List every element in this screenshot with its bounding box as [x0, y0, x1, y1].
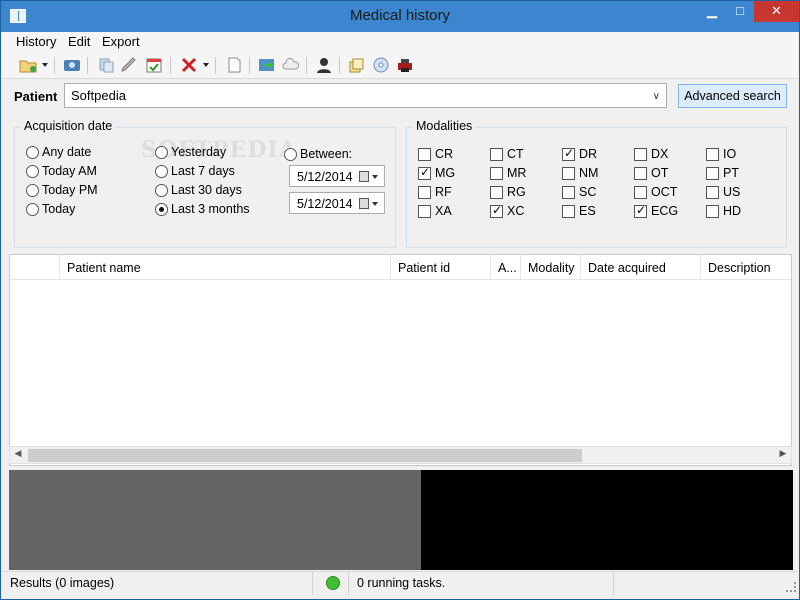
status-indicator-icon — [326, 576, 340, 590]
date-from-picker[interactable]: 5/12/2014 — [289, 165, 385, 187]
scan-icon[interactable] — [63, 57, 81, 73]
title-bar[interactable]: Medical history ▁ □ ✕ — [1, 1, 799, 32]
stack-icon[interactable] — [348, 57, 366, 73]
radio-button-selected[interactable] — [155, 203, 168, 216]
minimize-button[interactable]: ▁ — [699, 1, 725, 22]
resize-grip[interactable] — [786, 582, 796, 592]
results-table[interactable]: Patient name Patient id A... Modality Da… — [9, 254, 792, 466]
radio-button[interactable] — [26, 146, 39, 159]
scroll-left-icon[interactable]: ◀ — [10, 448, 26, 459]
radio-button[interactable] — [284, 148, 297, 161]
chevron-down-icon[interactable]: ∨ — [653, 91, 660, 102]
patient-value: Softpedia — [71, 88, 126, 103]
menu-export[interactable]: Export — [102, 34, 140, 49]
column-header-modality[interactable]: Modality — [521, 255, 581, 280]
calendar-icon[interactable] — [359, 171, 369, 182]
cd-icon[interactable] — [372, 57, 390, 73]
chevron-down-icon[interactable] — [203, 63, 209, 67]
menu-edit[interactable]: Edit — [68, 34, 90, 49]
image-preview-left — [9, 470, 421, 570]
toolbar-separator — [215, 57, 216, 74]
new-folder-icon[interactable] — [19, 57, 37, 73]
modalities-title: Modalities — [413, 119, 476, 133]
calendar-icon[interactable] — [359, 198, 369, 209]
document-icon[interactable] — [225, 57, 243, 73]
column-header-date-acquired[interactable]: Date acquired — [581, 255, 701, 280]
window-title: Medical history — [349, 7, 451, 24]
radio-button[interactable] — [26, 203, 39, 216]
toolbar-separator — [249, 57, 250, 74]
toolbar-separator — [54, 57, 55, 74]
menu-bar: History Edit Export — [2, 32, 798, 52]
calendar-icon[interactable] — [145, 57, 163, 73]
export-icon[interactable] — [258, 57, 276, 73]
column-header-description[interactable]: Description — [701, 255, 791, 280]
toolbar-separator — [339, 57, 340, 74]
chevron-down-icon[interactable] — [42, 63, 48, 67]
chevron-down-icon[interactable] — [372, 202, 378, 206]
main-window: Medical history ▁ □ ✕ History Edit Expor… — [0, 0, 800, 600]
status-bar: Results (0 images) 0 running tasks. — [2, 571, 798, 595]
radio-button[interactable] — [26, 184, 39, 197]
radio-button[interactable] — [155, 146, 168, 159]
patient-label: Patient — [14, 89, 58, 104]
scrollbar-thumb[interactable] — [28, 449, 582, 462]
status-results: Results (0 images) — [2, 572, 313, 595]
toolbar-separator — [87, 57, 88, 74]
printer-icon[interactable] — [396, 57, 414, 73]
maximize-button[interactable]: □ — [727, 1, 753, 22]
column-header-patient-id[interactable]: Patient id — [391, 255, 491, 280]
acquisition-date-title: Acquisition date — [21, 119, 116, 133]
toolbar — [2, 52, 798, 79]
close-button[interactable]: ✕ — [754, 1, 799, 22]
toolbar-separator — [306, 57, 307, 74]
scroll-right-icon[interactable]: ▶ — [775, 448, 791, 459]
column-header-patient-name[interactable]: Patient name — [60, 255, 391, 280]
image-preview-right — [421, 470, 793, 570]
advanced-search-button[interactable]: Advanced search — [678, 84, 787, 108]
status-tasks: 0 running tasks. — [348, 572, 614, 595]
chevron-down-icon[interactable] — [372, 175, 378, 179]
radio-button[interactable] — [26, 165, 39, 178]
cloud-icon[interactable] — [282, 57, 300, 73]
delete-icon[interactable] — [180, 57, 198, 73]
horizontal-scrollbar[interactable]: ◀ ▶ — [9, 446, 792, 464]
date-to-picker[interactable]: 5/12/2014 — [289, 192, 385, 214]
column-header-age[interactable]: A... — [491, 255, 521, 280]
menu-history[interactable]: History — [16, 34, 56, 49]
radio-button[interactable] — [155, 165, 168, 178]
copy-icon[interactable] — [97, 57, 115, 73]
patient-combobox[interactable]: Softpedia ∨ — [64, 83, 667, 108]
user-icon[interactable] — [315, 57, 333, 73]
radio-button[interactable] — [155, 184, 168, 197]
toolbar-separator — [170, 57, 171, 74]
edit-icon[interactable] — [120, 57, 138, 73]
column-header-select[interactable] — [10, 255, 60, 280]
